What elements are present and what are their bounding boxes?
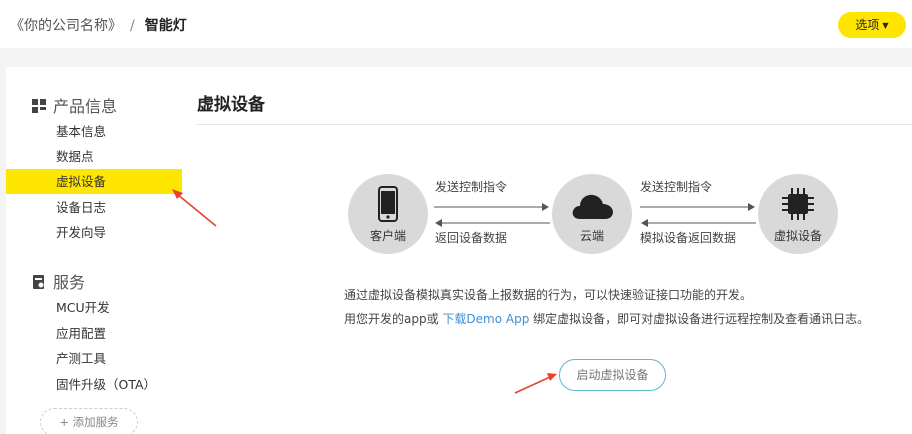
grid-icon bbox=[32, 98, 46, 113]
return-data-label-1: 返回设备数据 bbox=[435, 231, 508, 245]
description-line-2: 用您开发的app或 下载Demo App 绑定虚拟设备，即可对虚拟设备进行远程控… bbox=[344, 310, 869, 327]
phone-icon bbox=[378, 186, 398, 222]
options-button[interactable]: 选项 ▼ bbox=[838, 12, 906, 38]
return-data-label-2: 模拟设备返回数据 bbox=[640, 231, 737, 245]
group-title-text: 服务 bbox=[53, 273, 86, 292]
description-prefix: 用您开发的app或 bbox=[344, 312, 439, 326]
right-arrow-icon bbox=[434, 203, 549, 211]
sidebar-item-test-tool[interactable]: 产测工具 bbox=[6, 346, 182, 371]
client-label: 客户端 bbox=[369, 229, 406, 243]
breadcrumb-product: 智能灯 bbox=[144, 18, 187, 34]
virtual-device-label: 虚拟设备 bbox=[773, 229, 822, 243]
chip-icon bbox=[782, 188, 814, 220]
sidebar-item-basic-info[interactable]: 基本信息 bbox=[6, 119, 182, 144]
sidebar-item-ota[interactable]: 固件升级（OTA） bbox=[6, 372, 182, 397]
sidebar-item-virtual-device[interactable]: 虚拟设备 bbox=[6, 169, 182, 194]
send-command-label-1: 发送控制指令 bbox=[435, 180, 508, 194]
sidebar-item-datapoints[interactable]: 数据点 bbox=[6, 144, 182, 169]
divider bbox=[197, 124, 912, 125]
annotation-arrow-icon bbox=[172, 189, 217, 227]
client-node: 客户端 bbox=[348, 174, 428, 254]
top-bar: 《你的公司名称》 / 智能灯 选项 ▼ bbox=[0, 0, 912, 48]
add-service-button[interactable]: + 添加服务 bbox=[40, 408, 138, 434]
sidebar: 产品信息 基本信息 数据点 虚拟设备 设备日志 开发向导 服务 MCU开发 应用… bbox=[6, 67, 182, 434]
service-icon bbox=[32, 274, 46, 289]
download-demo-app-link[interactable]: 下载Demo App bbox=[442, 312, 529, 326]
start-virtual-device-button[interactable]: 启动虚拟设备 bbox=[559, 359, 666, 391]
breadcrumb-company[interactable]: 《你的公司名称》 bbox=[10, 18, 122, 34]
group-title-text: 产品信息 bbox=[53, 97, 118, 116]
breadcrumb-separator: / bbox=[130, 18, 135, 34]
breadcrumb: 《你的公司名称》 / 智能灯 bbox=[10, 15, 187, 35]
annotation-arrow-icon bbox=[514, 373, 557, 394]
left-arrow-icon bbox=[435, 219, 550, 227]
left-arrow-icon bbox=[641, 219, 756, 227]
send-command-label-2: 发送控制指令 bbox=[640, 180, 713, 194]
cloud-icon bbox=[572, 194, 613, 219]
options-label: 选项 bbox=[855, 18, 880, 32]
sidebar-item-device-log[interactable]: 设备日志 bbox=[6, 195, 182, 220]
sidebar-item-app-config[interactable]: 应用配置 bbox=[6, 321, 182, 346]
sidebar-item-dev-guide[interactable]: 开发向导 bbox=[6, 220, 182, 245]
sidebar-group-services: 服务 bbox=[32, 269, 85, 293]
sidebar-group-product-info: 产品信息 bbox=[32, 93, 117, 117]
virtual-device-node: 虚拟设备 bbox=[758, 174, 838, 254]
description-line-1: 通过虚拟设备模拟真实设备上报数据的行为，可以快速验证接口功能的开发。 bbox=[344, 288, 753, 302]
description-suffix: 绑定虚拟设备，即可对虚拟设备进行远程控制及查看通讯日志。 bbox=[533, 312, 870, 326]
page-title: 虚拟设备 bbox=[197, 95, 265, 115]
right-arrow-icon bbox=[640, 203, 755, 211]
caret-down-icon: ▼ bbox=[882, 21, 889, 30]
cloud-node: 云端 bbox=[552, 174, 632, 254]
sidebar-item-mcu-dev[interactable]: MCU开发 bbox=[6, 295, 182, 320]
cloud-label: 云端 bbox=[579, 229, 604, 243]
